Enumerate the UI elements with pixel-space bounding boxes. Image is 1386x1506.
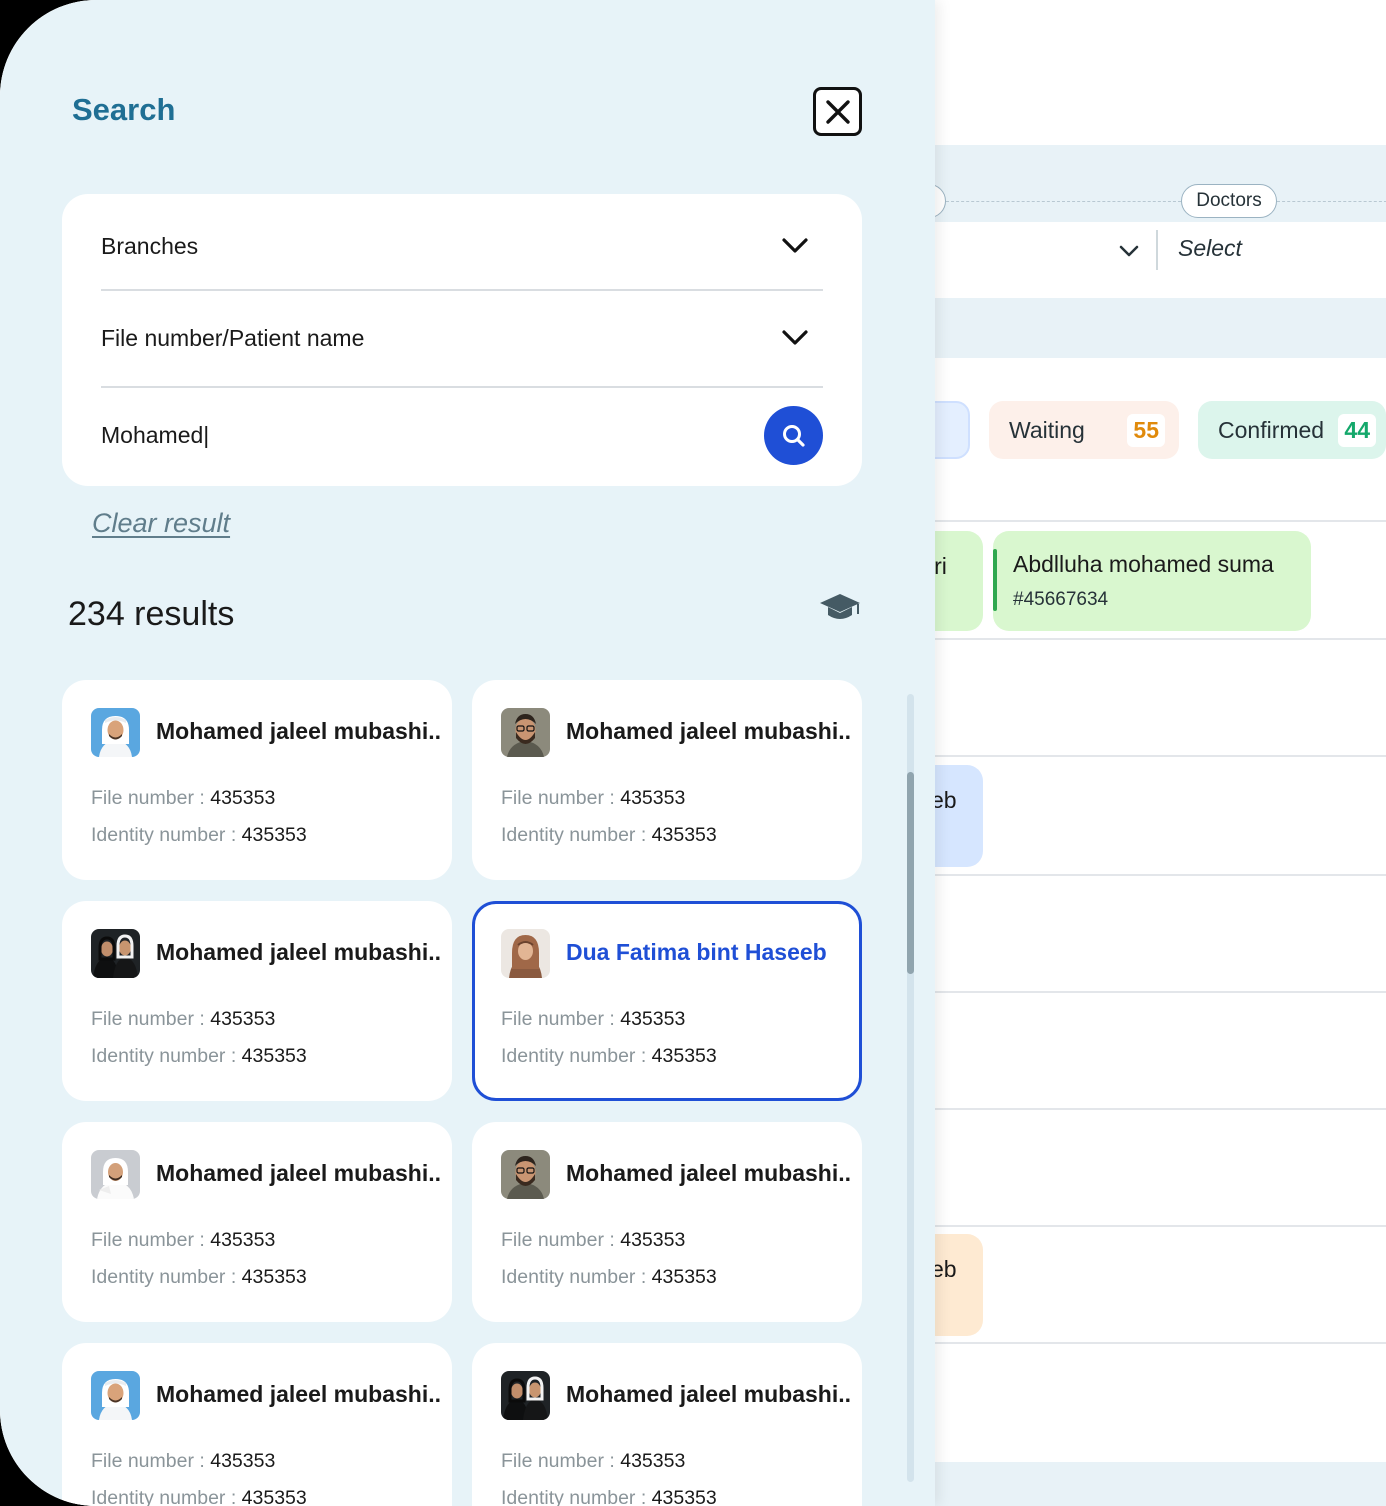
identity-number: 435353 — [651, 1266, 717, 1288]
file-number: 435353 — [210, 1008, 276, 1030]
patient-name: Mohamed jaleel mubashi.. — [156, 1381, 442, 1407]
result-card[interactable]: Mohamed jaleel mubashi.. File number : 43… — [472, 1122, 862, 1322]
patient-name: Mohamed jaleel mubashi.. — [156, 718, 442, 744]
identity-number: 435353 — [651, 1045, 717, 1067]
scrollbar-thumb[interactable] — [907, 772, 914, 974]
identity-number-row: Identity number : 435353 — [91, 824, 307, 846]
patient-name: Mohamed jaleel mubashi.. — [566, 1381, 852, 1407]
appointment-number: #45667634 — [1013, 589, 1109, 610]
app-frame: Doctors Select 10 Waiting 55 Confirmed 4… — [0, 0, 1386, 1506]
identity-number-row: Identity number : 435353 — [501, 1266, 717, 1288]
identity-number: 435353 — [241, 1266, 307, 1288]
file-number-row: File number : 435353 — [91, 1450, 276, 1472]
file-number-row: File number : 435353 — [501, 787, 686, 809]
file-number-row: File number : 435353 — [91, 787, 276, 809]
result-card[interactable]: Mohamed jaleel mubashi.. File number : 43… — [62, 1122, 452, 1322]
search-input[interactable]: Mohamed| — [101, 415, 823, 455]
search-type-dropdown[interactable]: File number/Patient name — [101, 318, 823, 358]
status-label: Confirmed — [1218, 416, 1325, 443]
identity-number-row: Identity number : 435353 — [501, 824, 717, 846]
result-card[interactable]: Dua Fatima bint Haseeb File number : 4353… — [472, 901, 862, 1101]
clear-result-link[interactable]: Clear result — [92, 508, 230, 539]
search-form: Branches File number/Patient name Mohame… — [62, 194, 862, 486]
file-number-row: File number : 435353 — [501, 1450, 686, 1472]
identity-number: 435353 — [651, 824, 717, 846]
identity-number: 435353 — [241, 1045, 307, 1067]
avatar — [501, 1371, 550, 1420]
search-panel: Search Branches File number/Patient name… — [0, 0, 935, 1506]
result-card[interactable]: Mohamed jaleel mubashi.. File number : 43… — [472, 680, 862, 880]
doctor-select[interactable]: Select — [1178, 235, 1242, 262]
doctors-chip[interactable]: Doctors — [1181, 184, 1277, 218]
file-number-row: File number : 435353 — [91, 1008, 276, 1030]
status-tab-waiting[interactable]: Waiting 55 — [989, 401, 1179, 459]
file-number: 435353 — [210, 1450, 276, 1472]
avatar — [91, 929, 140, 978]
results-count: 234 results — [68, 595, 235, 633]
search-type-label: File number/Patient name — [101, 324, 365, 351]
branches-label: Branches — [101, 232, 199, 259]
identity-number-row: Identity number : 435353 — [91, 1266, 307, 1288]
file-number-row: File number : 435353 — [501, 1229, 686, 1251]
search-input-value: Mohamed| — [101, 421, 210, 448]
avatar — [91, 708, 140, 757]
file-number-row: File number : 435353 — [501, 1008, 686, 1030]
appointment-name: Abdlluha mohamed suma — [1013, 551, 1274, 577]
patient-name: Dua Fatima bint Haseeb — [566, 939, 827, 965]
avatar — [501, 929, 550, 978]
identity-number: 435353 — [241, 1487, 307, 1506]
status-count: 44 — [1338, 413, 1376, 447]
patient-name: Mohamed jaleel mubashi.. — [156, 1160, 442, 1186]
search-icon — [782, 424, 805, 447]
chevron-down-icon — [782, 330, 808, 345]
file-number-row: File number : 435353 — [91, 1229, 276, 1251]
avatar — [501, 708, 550, 757]
file-number: 435353 — [620, 1229, 686, 1251]
identity-number: 435353 — [241, 824, 307, 846]
identity-number-row: Identity number : 435353 — [501, 1045, 717, 1067]
graduation-cap-icon[interactable] — [818, 590, 862, 626]
search-button[interactable] — [764, 406, 823, 465]
identity-number: 435353 — [651, 1487, 717, 1506]
patient-name: Mohamed jaleel mubashi.. — [566, 1160, 852, 1186]
identity-number-row: Identity number : 435353 — [91, 1487, 307, 1506]
branches-dropdown[interactable]: Branches — [101, 226, 823, 266]
result-card[interactable]: Mohamed jaleel mubashi.. File number : 43… — [62, 680, 452, 880]
close-icon — [825, 99, 850, 124]
close-button[interactable] — [813, 87, 862, 136]
identity-number-row: Identity number : 435353 — [91, 1045, 307, 1067]
chevron-down-icon — [782, 238, 808, 253]
chevron-down-icon[interactable] — [1118, 240, 1140, 262]
result-card[interactable]: Mohamed jaleel mubashi.. File number : 43… — [472, 1343, 862, 1506]
file-number: 435353 — [210, 1229, 276, 1251]
file-number: 435353 — [210, 787, 276, 809]
file-number: 435353 — [620, 1008, 686, 1030]
patient-name: Mohamed jaleel mubashi.. — [566, 718, 852, 744]
patient-name: Mohamed jaleel mubashi.. — [156, 939, 442, 965]
status-tab-confirmed[interactable]: Confirmed 44 — [1198, 401, 1386, 459]
file-number: 435353 — [620, 1450, 686, 1472]
file-number: 435353 — [620, 787, 686, 809]
avatar — [91, 1150, 140, 1199]
avatar — [501, 1150, 550, 1199]
result-card[interactable]: Mohamed jaleel mubashi.. File number : 43… — [62, 901, 452, 1101]
avatar — [91, 1371, 140, 1420]
status-count: 55 — [1127, 413, 1165, 447]
result-card[interactable]: Mohamed jaleel mubashi.. File number : 43… — [62, 1343, 452, 1506]
identity-number-row: Identity number : 435353 — [501, 1487, 717, 1506]
status-label: Waiting — [1009, 416, 1085, 443]
appointment-card[interactable]: Abdlluha mohamed suma #45667634 — [993, 531, 1311, 631]
panel-title: Search — [72, 92, 176, 127]
